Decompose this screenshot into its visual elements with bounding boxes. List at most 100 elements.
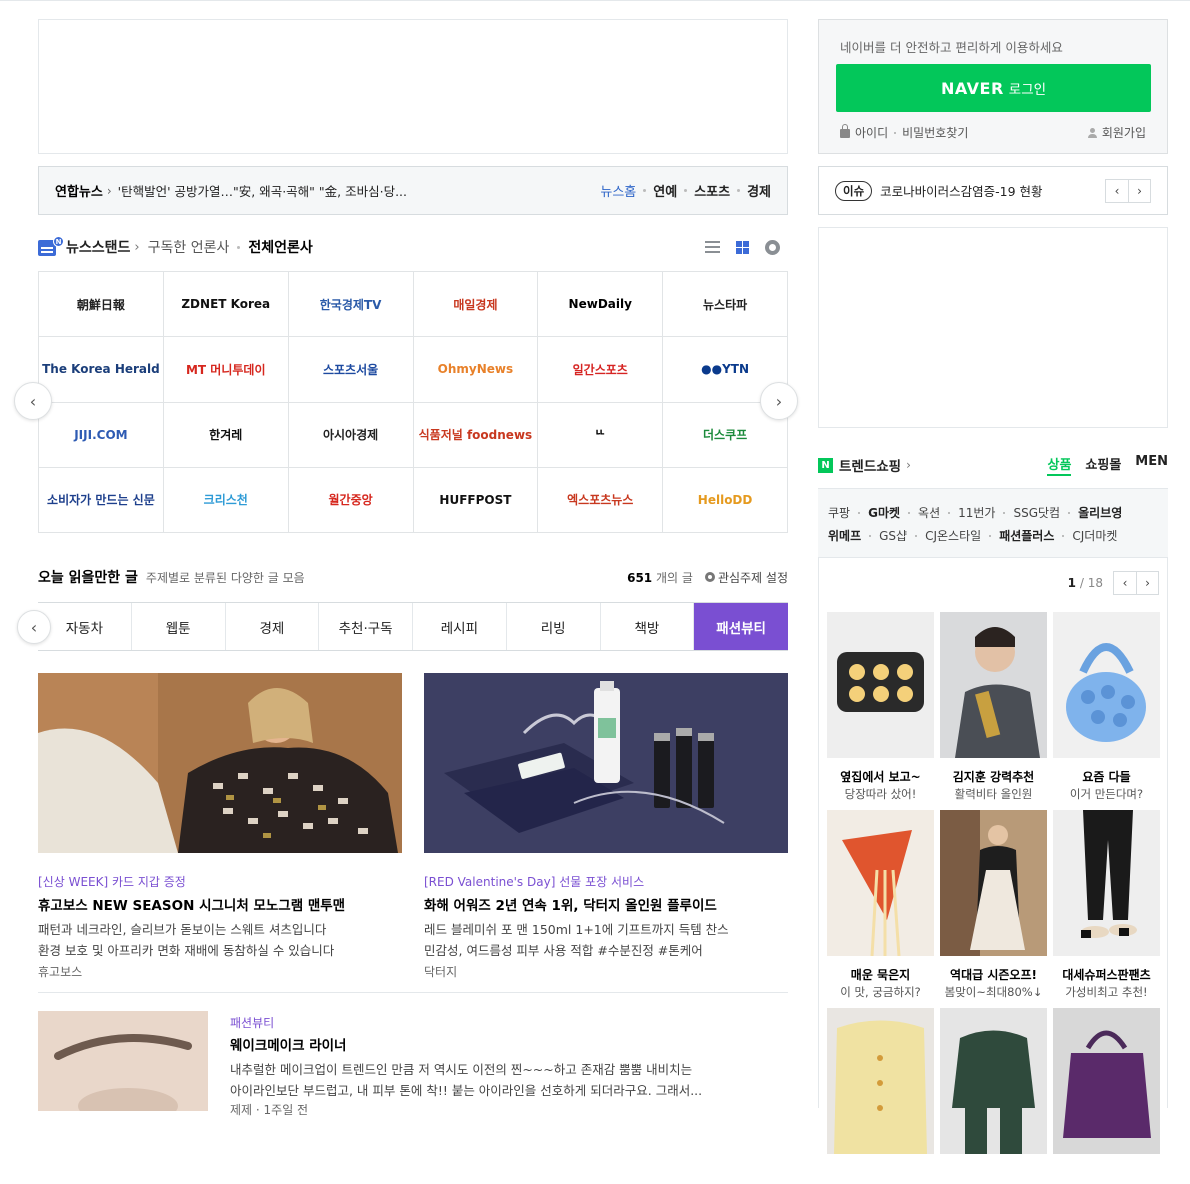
press-logo[interactable]: 식품저널 foodnews <box>413 402 539 468</box>
mall-link[interactable]: 올리브영 <box>1078 504 1122 521</box>
topic-tab[interactable]: 리빙 <box>507 603 601 650</box>
press-logo[interactable]: 한겨레 <box>163 402 289 468</box>
press-logo[interactable]: HUFFPOST <box>413 467 539 533</box>
mall-link[interactable]: CJ온스타일 <box>925 527 981 544</box>
list-view-icon[interactable] <box>705 241 720 253</box>
article-publisher[interactable]: 제제 · 1주일 전 <box>230 1101 788 1118</box>
product-card[interactable]: 역대급 시즌오프! 봄맞이~최대80%↓ <box>940 810 1047 1004</box>
tab-malls[interactable]: 쇼핑몰 <box>1085 454 1121 476</box>
article-list-item[interactable]: 패션뷰티 웨이크메이크 라이너 내추럴한 메이크업이 트렌드인 만큼 저 역시도… <box>38 1011 788 1117</box>
topic-tab[interactable]: 경제 <box>226 603 320 650</box>
product-card[interactable]: 옆집에서 보고~ 당장따라 샀어! <box>827 612 934 806</box>
article-card[interactable]: [RED Valentine's Day] 선물 포장 서비스 화해 어워즈 2… <box>424 673 788 980</box>
press-logo[interactable]: ZDNET Korea <box>163 272 289 338</box>
tab-entertainment[interactable]: 연예 <box>653 181 677 200</box>
interest-settings-button[interactable]: 관심주제 설정 <box>704 569 788 586</box>
product-image[interactable] <box>827 810 934 957</box>
issue-text[interactable]: 코로나바이러스감염증-19 현황 <box>880 181 1105 200</box>
press-logo[interactable]: 소비자가 만드는 신문 <box>39 467 164 533</box>
article-image[interactable] <box>424 673 788 853</box>
article-category[interactable]: [RED Valentine's Day] 선물 포장 서비스 <box>424 873 788 890</box>
mall-link[interactable]: 쿠팡 <box>828 504 850 521</box>
article-category[interactable]: [신상 WEEK] 카드 지갑 증정 <box>38 873 402 890</box>
mall-link[interactable]: SSG닷컴 <box>1013 504 1060 521</box>
product-name[interactable]: 김지훈 강력추천 <box>940 768 1047 785</box>
mall-link[interactable]: 11번가 <box>958 504 995 521</box>
mall-link[interactable]: 위메프 <box>828 527 861 544</box>
press-logo[interactable]: 일간스포츠 <box>538 337 664 403</box>
article-publisher[interactable]: 휴고보스 <box>38 963 402 980</box>
mall-link[interactable]: CJ더마켓 <box>1072 527 1117 544</box>
press-logo[interactable]: OhmyNews <box>413 337 539 403</box>
product-image[interactable] <box>940 810 1047 956</box>
product-image[interactable] <box>940 1008 1047 1154</box>
press-logo[interactable]: 朝鮮日報 <box>39 272 164 338</box>
topic-tab[interactable]: 자동차 <box>38 603 132 650</box>
press-logo[interactable]: 월간중앙 <box>288 467 414 533</box>
press-logo[interactable]: 뉴스타파 <box>663 272 788 338</box>
product-image[interactable] <box>827 1008 934 1154</box>
topic-tab[interactable]: 추천·구독 <box>319 603 413 650</box>
subscribed-press-link[interactable]: 구독한 언론사 <box>148 237 230 257</box>
press-logo[interactable]: HelloDD <box>663 467 788 533</box>
press-next-button[interactable]: › <box>760 382 798 420</box>
mall-link[interactable]: 옥션 <box>918 504 940 521</box>
news-headline[interactable]: '탄핵발언' 공방가열…"安, 왜곡·곡해" "金, 조바심·당... <box>118 181 601 200</box>
tab-economy[interactable]: 경제 <box>747 181 771 200</box>
product-card[interactable] <box>940 1008 1047 1184</box>
naver-login-button[interactable]: NAVER 로그인 <box>836 64 1151 112</box>
press-logo[interactable]: MT 머니투데이 <box>163 337 289 403</box>
chevron-left-icon[interactable]: ‹ <box>1114 572 1136 594</box>
news-source[interactable]: 연합뉴스 <box>55 181 103 200</box>
topic-prev-button[interactable]: ‹ <box>17 610 51 644</box>
press-logo[interactable]: 한국경제TV <box>288 272 414 338</box>
mall-link[interactable]: 패션플러스 <box>999 527 1054 544</box>
press-logo[interactable]: 크리스천 <box>163 467 289 533</box>
signup-link[interactable]: 회원가입 <box>1087 124 1146 141</box>
article-title[interactable]: 화해 어워즈 2년 연속 1위, 닥터지 올인원 플루이드 <box>424 894 788 914</box>
press-logo[interactable]: 스포츠서울 <box>288 337 414 403</box>
press-logo[interactable]: 아시아경제 <box>288 402 414 468</box>
product-name[interactable]: 대세슈퍼스판팬츠 <box>1053 966 1160 983</box>
topic-tab[interactable]: 레시피 <box>413 603 507 650</box>
product-image[interactable] <box>1053 1008 1160 1154</box>
grid-view-icon[interactable] <box>736 240 749 254</box>
product-card[interactable]: 대세슈퍼스판팬츠 가성비최고 추천! <box>1053 810 1160 1004</box>
product-card[interactable] <box>1053 1008 1160 1184</box>
mall-link[interactable]: G마켓 <box>868 504 900 521</box>
all-press-link[interactable]: 전체언론사 <box>248 237 312 257</box>
product-name[interactable]: 요즘 다들 <box>1053 768 1160 785</box>
product-card[interactable]: 매운 묵은지 이 맛, 궁금하지? <box>827 810 934 1004</box>
topic-tab[interactable]: 웹툰 <box>132 603 226 650</box>
product-name[interactable]: 역대급 시즌오프! <box>940 966 1047 983</box>
product-image[interactable] <box>1053 810 1160 956</box>
chevron-left-icon[interactable]: ‹ <box>1106 180 1128 202</box>
find-id-link[interactable]: 아이디 <box>855 124 888 141</box>
tab-products[interactable]: 상품 <box>1047 454 1072 476</box>
product-image[interactable] <box>1053 612 1160 758</box>
product-card[interactable]: 요즘 다들 이거 만든다며? <box>1053 612 1160 806</box>
tab-men[interactable]: MEN <box>1135 454 1168 476</box>
topic-tab[interactable]: 책방 <box>601 603 695 650</box>
mall-link[interactable]: GS샵 <box>879 527 907 544</box>
topic-tab[interactable]: 패션뷰티 <box>694 603 788 650</box>
product-name[interactable]: 옆집에서 보고~ <box>827 768 934 785</box>
press-logo[interactable]: The Korea Herald <box>39 337 164 403</box>
tab-sports[interactable]: 스포츠 <box>694 181 730 200</box>
tab-news-home[interactable]: 뉴스홈 <box>600 181 636 200</box>
trend-shopping-title[interactable]: 트렌드쇼핑 <box>839 455 901 475</box>
press-logo[interactable]: ᄔ <box>538 402 664 468</box>
press-logo[interactable]: 엑스포츠뉴스 <box>538 467 664 533</box>
article-category[interactable]: 패션뷰티 <box>230 1014 788 1031</box>
newsstand-title[interactable]: 뉴스스탠드 <box>66 237 130 257</box>
article-publisher[interactable]: 닥터지 <box>424 963 788 980</box>
chevron-right-icon[interactable]: › <box>1136 572 1158 594</box>
ad-banner[interactable] <box>38 19 788 154</box>
article-thumbnail[interactable] <box>38 1011 208 1111</box>
press-logo[interactable]: NewDaily <box>538 272 664 338</box>
article-card[interactable]: [신상 WEEK] 카드 지갑 증정 휴고보스 NEW SEASON 시그니처 … <box>38 673 402 980</box>
gear-icon[interactable] <box>765 239 780 255</box>
product-card[interactable]: 김지훈 강력추천 활력비타 올인원 <box>940 612 1047 806</box>
product-name[interactable]: 매운 묵은지 <box>827 966 934 983</box>
product-card[interactable] <box>827 1008 934 1184</box>
